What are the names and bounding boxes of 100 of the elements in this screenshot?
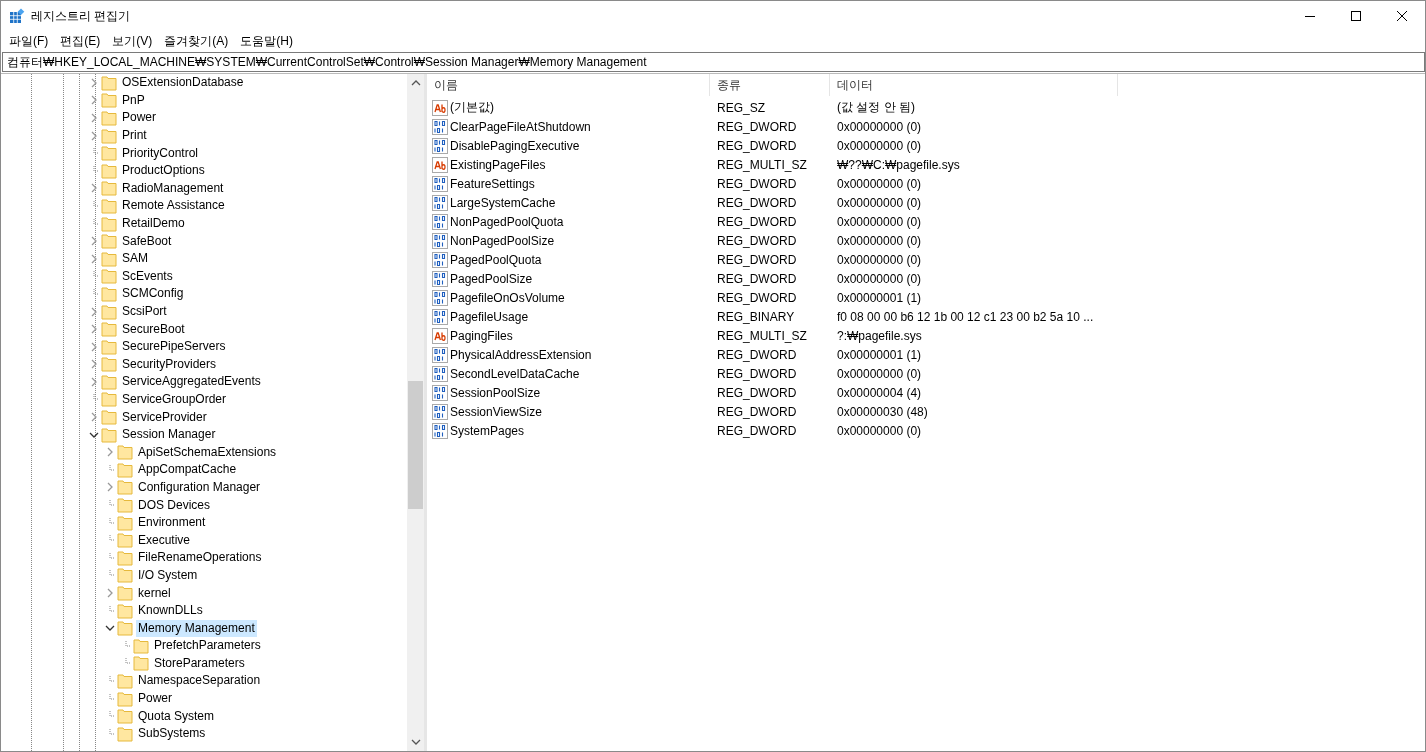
scrollbar-thumb[interactable]	[408, 380, 423, 509]
tree-item[interactable]: Memory Management	[136, 619, 257, 637]
value-name[interactable]: SystemPages	[450, 423, 525, 438]
value-name[interactable]: PagefileUsage	[450, 309, 529, 324]
chevron-right-icon[interactable]	[89, 253, 99, 264]
tree-item[interactable]: Remote Assistance	[120, 197, 227, 215]
chevron-right-icon[interactable]	[89, 306, 99, 317]
tree-item[interactable]: RadioManagement	[120, 179, 226, 197]
folder-icon	[101, 180, 117, 197]
menu-item[interactable]: 즐겨찾기(A)	[158, 30, 235, 52]
chevron-right-icon[interactable]	[89, 95, 99, 106]
tree-item[interactable]: FileRenameOperations	[136, 549, 264, 567]
value-name[interactable]: SecondLevelDataCache	[450, 366, 580, 381]
value-name[interactable]: DisablePagingExecutive	[450, 138, 580, 153]
tree-item[interactable]: Configuration Manager	[136, 478, 263, 496]
tree-item[interactable]: KnownDLLs	[136, 602, 205, 620]
tree-item[interactable]: ApiSetSchemaExtensions	[136, 443, 279, 461]
tree-item[interactable]: RetailDemo	[120, 215, 187, 233]
tree-item[interactable]: Executive	[136, 531, 193, 549]
tree-item[interactable]: ProductOptions	[120, 162, 207, 180]
chevron-right-icon[interactable]	[89, 376, 99, 387]
tree-item[interactable]: NamespaceSeparation	[136, 672, 263, 690]
value-name[interactable]: PagedPoolSize	[450, 271, 533, 286]
value-name[interactable]: (기본값)	[450, 99, 494, 116]
tree-item[interactable]: OSExtensionDatabase	[120, 74, 246, 92]
value-name[interactable]: PagingFiles	[450, 328, 513, 343]
folder-icon	[117, 602, 133, 619]
value-data: 0x00000000 (0)	[836, 119, 923, 134]
folder-icon	[133, 637, 149, 654]
tree-item[interactable]: PriorityControl	[120, 144, 201, 162]
tree-item[interactable]: ScsiPort	[120, 303, 169, 320]
value-name[interactable]: PagedPoolQuota	[450, 252, 542, 267]
column-header[interactable]: 데이터	[830, 74, 1118, 96]
menu-item[interactable]: 파일(F)	[3, 30, 55, 52]
tree-item[interactable]: SubSystems	[136, 725, 208, 743]
chevron-right-icon[interactable]	[89, 77, 99, 88]
tree-item[interactable]: ScEvents	[120, 267, 175, 285]
value-name[interactable]: LargeSystemCache	[450, 195, 556, 210]
value-name[interactable]: NonPagedPoolSize	[450, 233, 555, 248]
scroll-up-icon[interactable]	[410, 79, 421, 87]
tree-item[interactable]: PnP	[120, 91, 147, 109]
folder-icon	[101, 162, 117, 179]
chevron-right-icon[interactable]	[105, 588, 115, 598]
tree-item[interactable]: Power	[120, 109, 158, 127]
column-header[interactable]: 이름	[427, 74, 710, 96]
chevron-right-icon[interactable]	[89, 236, 99, 247]
tree-item[interactable]: AppCompatCache	[136, 461, 239, 479]
value-name[interactable]: ClearPageFileAtShutdown	[450, 119, 591, 134]
value-type: REG_DWORD	[716, 214, 798, 229]
tree-item[interactable]: SCMConfig	[120, 285, 186, 303]
column-header[interactable]: 종류	[710, 74, 830, 96]
tree-item[interactable]: Print	[120, 127, 149, 145]
tree-item[interactable]: ServiceAggregatedEvents	[120, 373, 263, 391]
tree-item[interactable]: Environment	[136, 514, 208, 532]
value-type: REG_DWORD	[716, 119, 798, 134]
tree-item[interactable]: ServiceGroupOrder	[120, 391, 229, 408]
value-name[interactable]: PhysicalAddressExtension	[450, 347, 592, 362]
chevron-right-icon[interactable]	[105, 482, 115, 493]
chevron-right-icon[interactable]	[105, 447, 115, 458]
folder-icon	[117, 567, 133, 584]
value-name[interactable]: SessionPoolSize	[450, 385, 541, 400]
value-type: REG_DWORD	[716, 233, 798, 248]
chevron-right-icon[interactable]	[89, 412, 99, 423]
value-name[interactable]: PagefileOnOsVolume	[450, 290, 565, 305]
tree-item[interactable]: SecurePipeServers	[120, 338, 228, 356]
value-name[interactable]: FeatureSettings	[450, 176, 535, 191]
chevron-right-icon[interactable]	[89, 183, 99, 194]
tree-item[interactable]: SAM	[120, 250, 150, 268]
scroll-down-icon[interactable]	[410, 738, 421, 746]
chevron-right-icon[interactable]	[89, 341, 99, 352]
tree-item[interactable]: Session Manager	[120, 426, 218, 444]
tree-item[interactable]: Power	[136, 690, 174, 708]
tree-item[interactable]: DOS Devices	[136, 496, 213, 514]
tree-item[interactable]: kernel	[136, 584, 173, 602]
tree-item[interactable]: PrefetchParameters	[152, 637, 263, 655]
tree-item[interactable]: SecureBoot	[120, 320, 187, 338]
menu-item[interactable]: 도움말(H)	[234, 30, 299, 52]
value-name[interactable]: NonPagedPoolQuota	[450, 214, 564, 229]
tree-item[interactable]: SafeBoot	[120, 232, 174, 250]
tree-item[interactable]: SecurityProviders	[120, 355, 219, 373]
menu-item[interactable]: 편집(E)	[54, 30, 107, 52]
folder-icon	[101, 233, 117, 250]
chevron-right-icon[interactable]	[89, 324, 99, 335]
value-name[interactable]: SessionViewSize	[450, 404, 542, 419]
address-field[interactable]: 컴퓨터₩HKEY_LOCAL_MACHINE₩SYSTEM₩CurrentControlSet₩Control₩Session Manager₩Memory Management	[2, 52, 1425, 72]
value-data: 0x00000000 (0)	[836, 195, 923, 210]
folder-icon	[101, 426, 117, 443]
menu-item[interactable]: 보기(V)	[106, 30, 159, 52]
tree-item[interactable]: Quota System	[136, 707, 217, 725]
chevron-right-icon[interactable]	[89, 359, 99, 370]
value-name[interactable]: ExistingPageFiles	[450, 157, 546, 172]
folder-icon	[117, 497, 133, 514]
folder-icon	[101, 268, 117, 285]
scrollbar[interactable]	[407, 74, 424, 751]
chevron-right-icon[interactable]	[89, 130, 99, 141]
tree-item[interactable]: I/O System	[136, 566, 200, 584]
tree-item[interactable]: StoreParameters	[152, 654, 247, 672]
chevron-right-icon[interactable]	[89, 113, 99, 123]
tree-item[interactable]: ServiceProvider	[120, 408, 209, 426]
folder-icon	[117, 585, 133, 601]
